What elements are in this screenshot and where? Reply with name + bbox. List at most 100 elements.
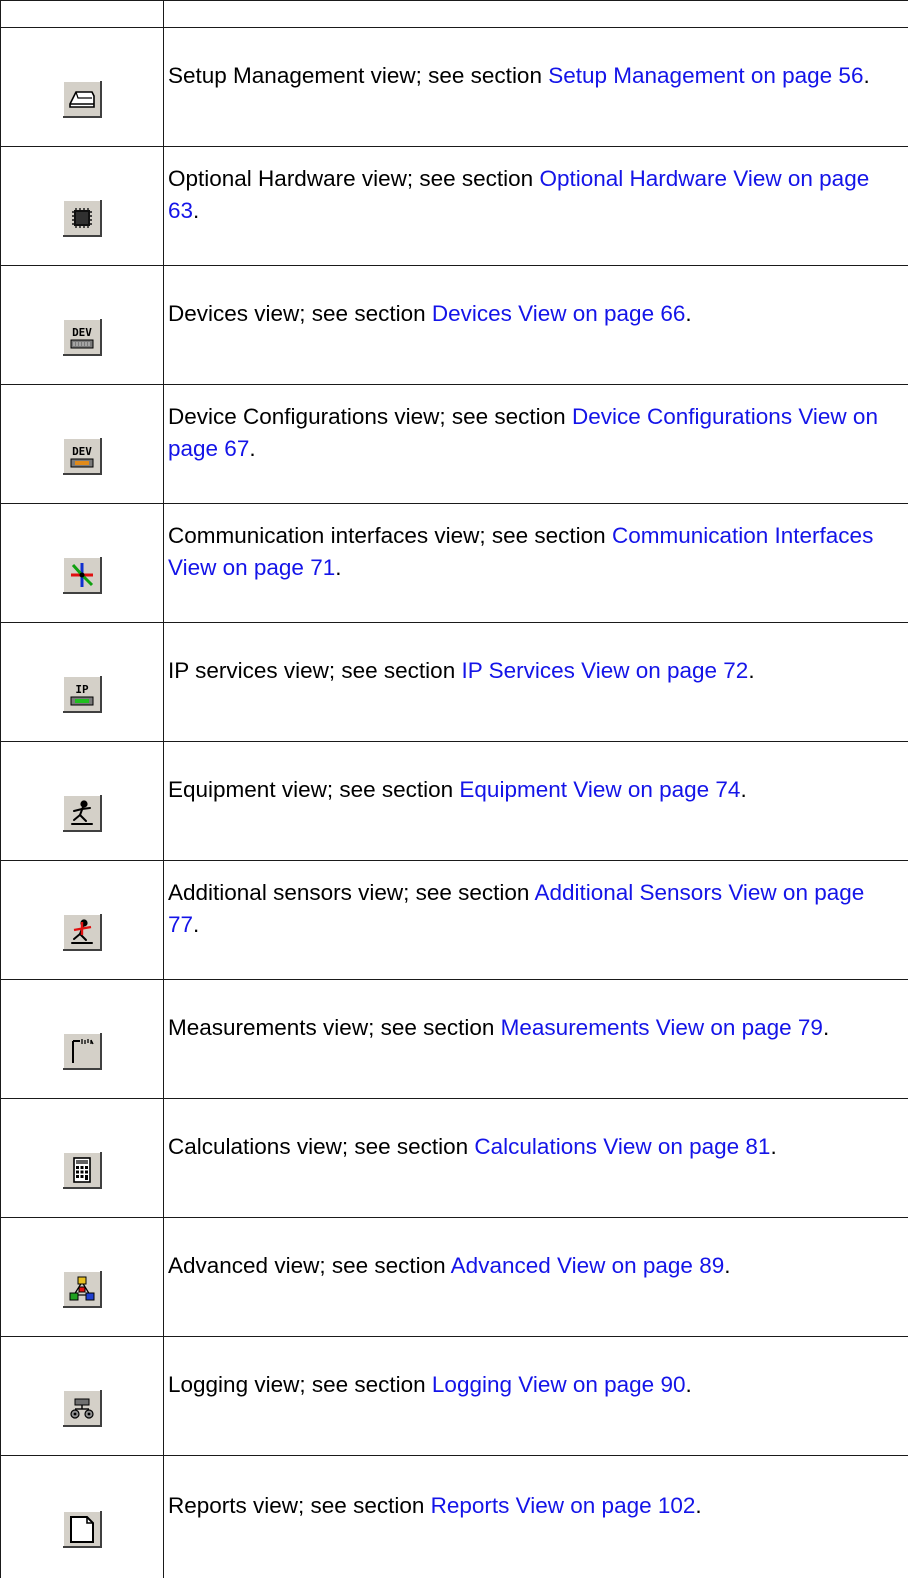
entry-text: Logging view; see section Logging View o… (168, 1369, 901, 1401)
advanced-icon (62, 1270, 102, 1308)
table-row: Logging view; see section Logging View o… (1, 1337, 908, 1456)
icon-cell (1, 147, 164, 266)
device-configurations-icon: DEV (62, 437, 102, 475)
table-row: DEV Devices view; see section Devices Vi… (1, 266, 908, 385)
section-link[interactable]: Calculations View on page 81 (474, 1134, 770, 1159)
entry-text: Optional Hardware view; see section Opti… (168, 163, 901, 227)
description-cell: Equipment view; see section Equipment Vi… (164, 742, 908, 861)
entry-label: Equipment view; see section (168, 777, 459, 802)
communication-interfaces-icon (62, 556, 102, 594)
entry-label: Logging view; see section (168, 1372, 432, 1397)
section-link[interactable]: Devices View on page 66 (432, 301, 686, 326)
description-cell: Measurements view; see section Measureme… (164, 980, 908, 1099)
description-cell: Communication interfaces view; see secti… (164, 504, 908, 623)
icon-cell (1, 504, 164, 623)
table-row: DEV Device Configurations view; see sect… (1, 385, 908, 504)
icon-cell (1, 1099, 164, 1218)
entry-text: Measurements view; see section Measureme… (168, 1012, 901, 1044)
table-row: Equipment view; see section Equipment Vi… (1, 742, 908, 861)
entry-text: IP services view; see section IP Service… (168, 655, 901, 687)
additional-sensors-icon (62, 913, 102, 951)
table-row: Additional sensors view; see section Add… (1, 861, 908, 980)
entry-period: . (823, 1015, 829, 1040)
description-cell: Calculations view; see section Calculati… (164, 1099, 908, 1218)
entry-label: Setup Management view; see section (168, 63, 548, 88)
entry-label: Calculations view; see section (168, 1134, 474, 1159)
entry-period: . (249, 436, 255, 461)
entry-label: Communication interfaces view; see secti… (168, 523, 612, 548)
section-link[interactable]: IP Services View on page 72 (461, 658, 748, 683)
description-cell: Devices view; see section Devices View o… (164, 266, 908, 385)
entry-label: Device Configurations view; see section (168, 404, 572, 429)
devices-icon: DEV (62, 318, 102, 356)
description-cell: Reports view; see section Reports View o… (164, 1456, 908, 1578)
table-top-cell (1, 1, 164, 28)
description-cell: Optional Hardware view; see section Opti… (164, 147, 908, 266)
entry-text: Reports view; see section Reports View o… (168, 1490, 901, 1522)
entry-label: Devices view; see section (168, 301, 432, 326)
entry-period: . (193, 198, 199, 223)
description-cell: Logging view; see section Logging View o… (164, 1337, 908, 1456)
icon-cell: IP (1, 623, 164, 742)
views-table: Setup Management view; see section Setup… (0, 0, 908, 1578)
section-link[interactable]: Reports View on page 102 (431, 1493, 696, 1518)
section-link[interactable]: Setup Management on page 56 (548, 63, 863, 88)
entry-label: Advanced view; see section (168, 1253, 451, 1278)
entry-label: Measurements view; see section (168, 1015, 501, 1040)
entry-period: . (770, 1134, 776, 1159)
entry-text: Setup Management view; see section Setup… (168, 60, 901, 92)
entry-period: . (740, 777, 746, 802)
description-cell: Setup Management view; see section Setup… (164, 28, 908, 147)
entry-period: . (863, 63, 869, 88)
section-link[interactable]: Equipment View on page 74 (459, 777, 740, 802)
table-top-cell (164, 1, 908, 28)
table-row: IP IP services view; see section IP Serv… (1, 623, 908, 742)
icon-label-ip: IP (75, 683, 89, 696)
optional-hardware-icon (62, 199, 102, 237)
entry-text: Devices view; see section Devices View o… (168, 298, 901, 330)
section-link[interactable]: Measurements View on page 79 (501, 1015, 823, 1040)
entry-text: Calculations view; see section Calculati… (168, 1131, 901, 1163)
icon-cell: DEV (1, 385, 164, 504)
views-table-wrapper: Setup Management view; see section Setup… (0, 0, 908, 1578)
equipment-icon (62, 794, 102, 832)
entry-text: Additional sensors view; see section Add… (168, 877, 901, 941)
entry-period: . (685, 301, 691, 326)
entry-period: . (695, 1493, 701, 1518)
description-cell: Advanced view; see section Advanced View… (164, 1218, 908, 1337)
description-cell: Device Configurations view; see section … (164, 385, 908, 504)
icon-cell (1, 28, 164, 147)
logging-icon (62, 1389, 102, 1427)
reports-icon (62, 1510, 102, 1548)
icon-cell: DEV (1, 266, 164, 385)
entry-text: Advanced view; see section Advanced View… (168, 1250, 901, 1282)
entry-period: . (724, 1253, 730, 1278)
icon-cell (1, 1337, 164, 1456)
section-link[interactable]: Advanced View on page 89 (451, 1253, 725, 1278)
icon-label-dev: DEV (72, 445, 92, 458)
section-link[interactable]: Logging View on page 90 (432, 1372, 686, 1397)
icon-label-dev: DEV (72, 326, 92, 339)
entry-label: Additional sensors view; see section (168, 880, 534, 905)
icon-cell (1, 1218, 164, 1337)
icon-cell (1, 742, 164, 861)
entry-period: . (685, 1372, 691, 1397)
entry-period: . (193, 912, 199, 937)
icon-cell (1, 1456, 164, 1578)
entry-text: Equipment view; see section Equipment Vi… (168, 774, 901, 806)
table-row: Setup Management view; see section Setup… (1, 28, 908, 147)
table-row: Calculations view; see section Calculati… (1, 1099, 908, 1218)
ip-services-icon: IP (62, 675, 102, 713)
entry-text: Device Configurations view; see section … (168, 401, 901, 465)
entry-label: Optional Hardware view; see section (168, 166, 539, 191)
icon-cell (1, 861, 164, 980)
table-top-row (1, 1, 908, 28)
table-row: Reports view; see section Reports View o… (1, 1456, 908, 1578)
description-cell: Additional sensors view; see section Add… (164, 861, 908, 980)
table-row: Advanced view; see section Advanced View… (1, 1218, 908, 1337)
entry-period: . (748, 658, 754, 683)
table-row: Measurements view; see section Measureme… (1, 980, 908, 1099)
entry-label: IP services view; see section (168, 658, 461, 683)
measurements-icon (62, 1032, 102, 1070)
icon-cell (1, 980, 164, 1099)
